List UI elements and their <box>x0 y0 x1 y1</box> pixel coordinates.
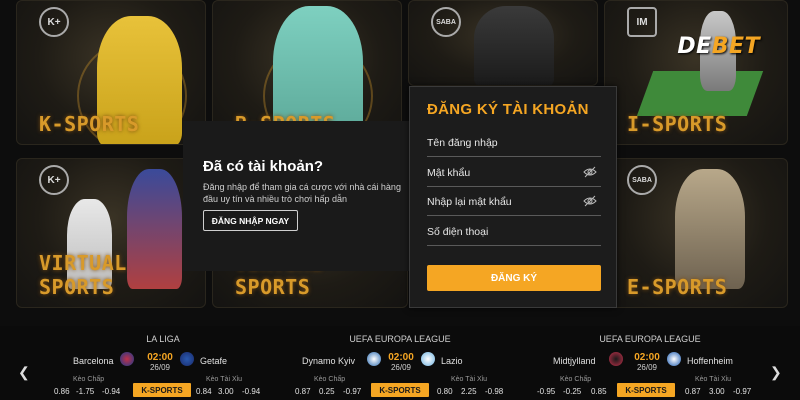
match-time: 02:00 26/09 <box>140 352 180 373</box>
kickoff-time: 02:00 <box>147 352 173 363</box>
total-label: Kèo Tài Xỉu <box>695 376 732 383</box>
home-team: Barcelona <box>73 356 114 366</box>
provider-logo-icon: K+ <box>39 7 69 37</box>
provider-logo-icon: K+ <box>39 165 69 195</box>
odds-value[interactable]: 0.86 <box>54 387 70 396</box>
match-time: 02:00 26/09 <box>381 352 421 373</box>
login-description: Đăng nhập để tham gia cá cược với nhà cá… <box>203 182 401 204</box>
provider-logo-icon: SABA <box>431 7 461 37</box>
total-label: Kèo Tài Xỉu <box>451 376 488 383</box>
home-team-logo-icon <box>367 352 381 366</box>
page: K+ K-SPORTS B-SPORTS SABA IM I-SPORTS K+… <box>0 0 800 400</box>
match-card[interactable]: UEFA EUROPA LEAGUE Dynamo Kyiv 02:00 26/… <box>275 326 525 400</box>
player-figure <box>675 169 745 289</box>
odds-value[interactable]: 0.85 <box>591 387 607 396</box>
kickoff-date: 26/09 <box>149 363 171 372</box>
away-team: Hoffenheim <box>687 356 733 366</box>
match-card[interactable]: LA LIGA Barcelona 02:00 26/09 Getafe Kèo… <box>38 326 288 400</box>
register-button[interactable]: ĐĂNG KÝ <box>427 265 601 291</box>
odds-value[interactable]: 0.25 <box>319 387 335 396</box>
odds-value[interactable]: 3.00 <box>218 387 234 396</box>
provider-logo-icon: SABA <box>627 165 657 195</box>
tile-label: K-SPORTS <box>39 112 140 136</box>
game-tile-ssports[interactable]: SABA <box>408 0 598 86</box>
phone-placeholder: Số điện thoại <box>427 226 489 238</box>
handicap-label: Kèo Chấp <box>73 376 105 383</box>
match-time: 02:00 26/09 <box>627 352 667 373</box>
away-team-logo-icon <box>180 352 194 366</box>
away-team: Lazio <box>441 356 463 366</box>
game-tile-ksports[interactable]: K+ K-SPORTS <box>16 0 206 145</box>
tile-label: E-SPORTS <box>627 275 728 299</box>
odds-value[interactable]: -1.75 <box>76 387 94 396</box>
game-tile-isports[interactable]: IM I-SPORTS <box>604 0 788 145</box>
register-panel: ĐĂNG KÝ TÀI KHOẢN Tên đăng nhập Mật khẩu… <box>409 86 617 308</box>
login-title: Đã có tài khoản? <box>203 158 324 175</box>
odds-value[interactable]: 0.80 <box>437 387 453 396</box>
tile-label: I-SPORTS <box>627 112 728 136</box>
player-figure <box>474 6 554 85</box>
username-field[interactable]: Tên đăng nhập <box>427 135 601 157</box>
kickoff-date: 26/09 <box>636 363 658 372</box>
tile-label: VIRTUAL SPORTS <box>39 251 127 299</box>
provider-chip[interactable]: K-SPORTS <box>617 383 675 397</box>
odds-value[interactable]: -0.95 <box>537 387 555 396</box>
odds-value[interactable]: -0.97 <box>733 387 751 396</box>
provider-logo-icon: IM <box>627 7 657 37</box>
kickoff-time: 02:00 <box>388 352 414 363</box>
handicap-label: Kèo Chấp <box>560 376 592 383</box>
confirm-password-field[interactable]: Nhập lại mật khẩu <box>427 194 601 216</box>
total-label: Kèo Tài Xỉu <box>206 376 243 383</box>
odds-value[interactable]: 3.00 <box>709 387 725 396</box>
league-name: UEFA EUROPA LEAGUE <box>349 334 451 344</box>
league-name: LA LIGA <box>146 334 180 344</box>
password-field[interactable]: Mật khẩu <box>427 165 601 187</box>
odds-value[interactable]: 0.87 <box>685 387 701 396</box>
league-name: UEFA EUROPA LEAGUE <box>599 334 701 344</box>
handicap-label: Kèo Chấp <box>314 376 346 383</box>
eye-off-icon[interactable] <box>583 166 597 178</box>
kickoff-time: 02:00 <box>634 352 660 363</box>
provider-chip[interactable]: K-SPORTS <box>371 383 429 397</box>
login-panel: Đã có tài khoản? Đăng nhập để tham gia c… <box>183 121 411 271</box>
odds-value[interactable]: -0.25 <box>563 387 581 396</box>
provider-chip[interactable]: K-SPORTS <box>133 383 191 397</box>
away-team: Getafe <box>200 356 228 366</box>
away-team-logo-icon <box>667 352 681 366</box>
odds-value[interactable]: -0.97 <box>343 387 361 396</box>
brand-logo[interactable]: DEBET <box>677 34 760 59</box>
match-bar: LA LIGA Barcelona 02:00 26/09 Getafe Kèo… <box>0 326 800 400</box>
game-tile-esports[interactable]: SABA E-SPORTS <box>604 158 788 308</box>
home-team: Midtjylland <box>553 356 596 366</box>
brand-logo-accent: BET <box>711 34 760 59</box>
password-placeholder: Mật khẩu <box>427 167 471 179</box>
login-now-button[interactable]: ĐĂNG NHẬP NGAY <box>203 210 298 231</box>
odds-value[interactable]: 2.25 <box>461 387 477 396</box>
home-team: Dynamo Kyiv <box>302 356 356 366</box>
eye-off-icon[interactable] <box>583 195 597 207</box>
odds-value[interactable]: 0.84 <box>196 387 212 396</box>
brand-logo-part: DE <box>677 34 712 59</box>
home-team-logo-icon <box>120 352 134 366</box>
next-arrow-icon[interactable]: ❯ <box>770 364 782 381</box>
match-card[interactable]: UEFA EUROPA LEAGUE Midtjylland 02:00 26/… <box>525 326 775 400</box>
username-placeholder: Tên đăng nhập <box>427 137 498 149</box>
phone-field[interactable]: Số điện thoại <box>427 224 601 246</box>
odds-value[interactable]: -0.98 <box>485 387 503 396</box>
odds-value[interactable]: 0.87 <box>295 387 311 396</box>
prev-arrow-icon[interactable]: ❮ <box>18 364 30 381</box>
game-tile-virtual-sports-1[interactable]: K+ VIRTUAL SPORTS <box>16 158 206 308</box>
odds-value[interactable]: -0.94 <box>242 387 260 396</box>
away-team-logo-icon <box>421 352 435 366</box>
home-team-logo-icon <box>609 352 623 366</box>
confirm-password-placeholder: Nhập lại mật khẩu <box>427 196 512 208</box>
kickoff-date: 26/09 <box>390 363 412 372</box>
odds-value[interactable]: -0.94 <box>102 387 120 396</box>
register-title: ĐĂNG KÝ TÀI KHOẢN <box>427 101 589 118</box>
